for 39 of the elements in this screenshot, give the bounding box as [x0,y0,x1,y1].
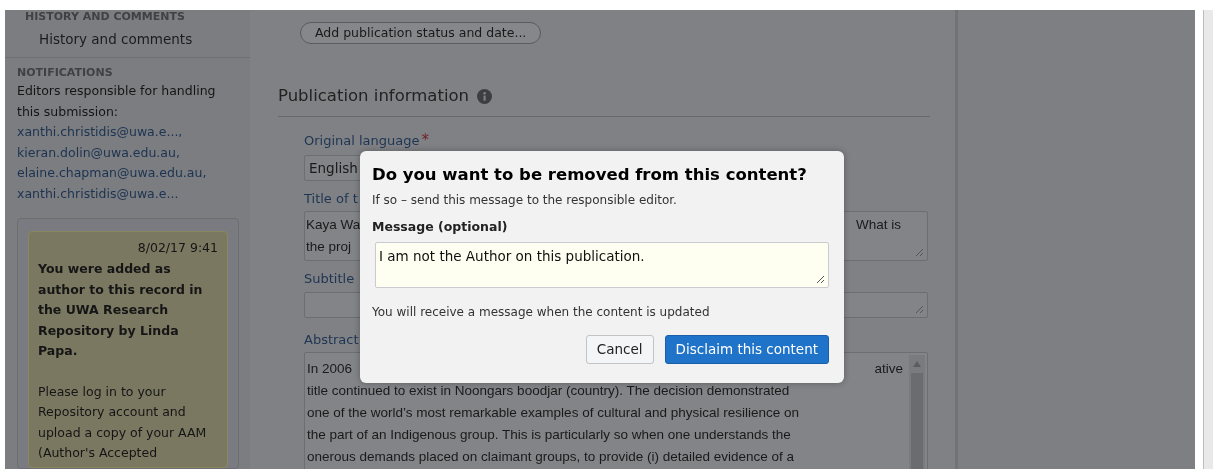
history-link[interactable]: History and comments [25,29,230,49]
dialog-note: You will receive a message when the content is updated [372,303,710,321]
message-body: Please log in to your Repository account and upload a copy of your AAM (Author's Accepted [38,382,208,462]
resize-handle-icon[interactable] [915,304,924,314]
editor-email-link[interactable]: xanthi.christidis@uwa.e... [17,183,179,204]
notification-text: Editors responsible for handling this submission: [17,82,217,121]
field-text: the part of an Indigenous group. This is particularly so when one understands the [307,426,791,445]
field-label: Title of t [304,189,358,208]
message-field[interactable]: I am not the Author on this publication. [375,241,829,288]
dialog-subtitle: If so – send this message to the responsible editor. [372,192,677,209]
editor-email-link[interactable]: xanthi.christidis@uwa.e..., [17,122,183,143]
message-value: I am not the Author on this publication. [379,247,645,264]
scroll-up-icon[interactable] [913,361,921,368]
message-title: You were added as author to this record in the UWA Research Repository by Linda Papa. [38,260,204,360]
required-mark: * [421,130,430,152]
field-text: the proj [306,238,352,257]
editor-email-link[interactable]: elaine.chapman@uwa.edu.au, [17,163,207,184]
editor-email-link[interactable]: kieran.dolin@uwa.edu.au, [17,142,180,163]
message-label: Message (optional) [372,218,508,236]
field-text: What is [856,216,901,235]
section-heading: NOTIFICATIONS [17,66,114,80]
field-text: Kaya Wa [306,216,361,235]
cancel-button[interactable]: Cancel [585,334,654,364]
field-text: ative [874,360,903,379]
info-icon[interactable] [477,89,493,105]
field-label: Original language [304,131,420,150]
section-title: Publication information [278,85,470,108]
resize-handle-icon[interactable] [816,274,825,284]
field-label: Abstract [304,330,359,349]
field-text: title continued to exist in Noongars boodjar (country). The decision demonstrated [307,382,790,401]
message-time: 8/02/17 9:41 [137,239,218,257]
add-status-button[interactable]: Add publication status and date... [300,22,542,45]
resize-handle-icon[interactable] [915,248,924,258]
field-text: one of the world’s most remarkable examples of cultural and physical resilience on [307,404,799,423]
section-heading: HISTORY AND COMMENTS [25,10,186,24]
field-label: Subtitle [304,270,355,289]
field-text: In 2006 [307,360,353,379]
field-text: onerous demands placed on claimant groups, to provide (i) detailed evidence of a [307,448,795,467]
disclaim-button[interactable]: Disclaim this content [664,334,829,364]
